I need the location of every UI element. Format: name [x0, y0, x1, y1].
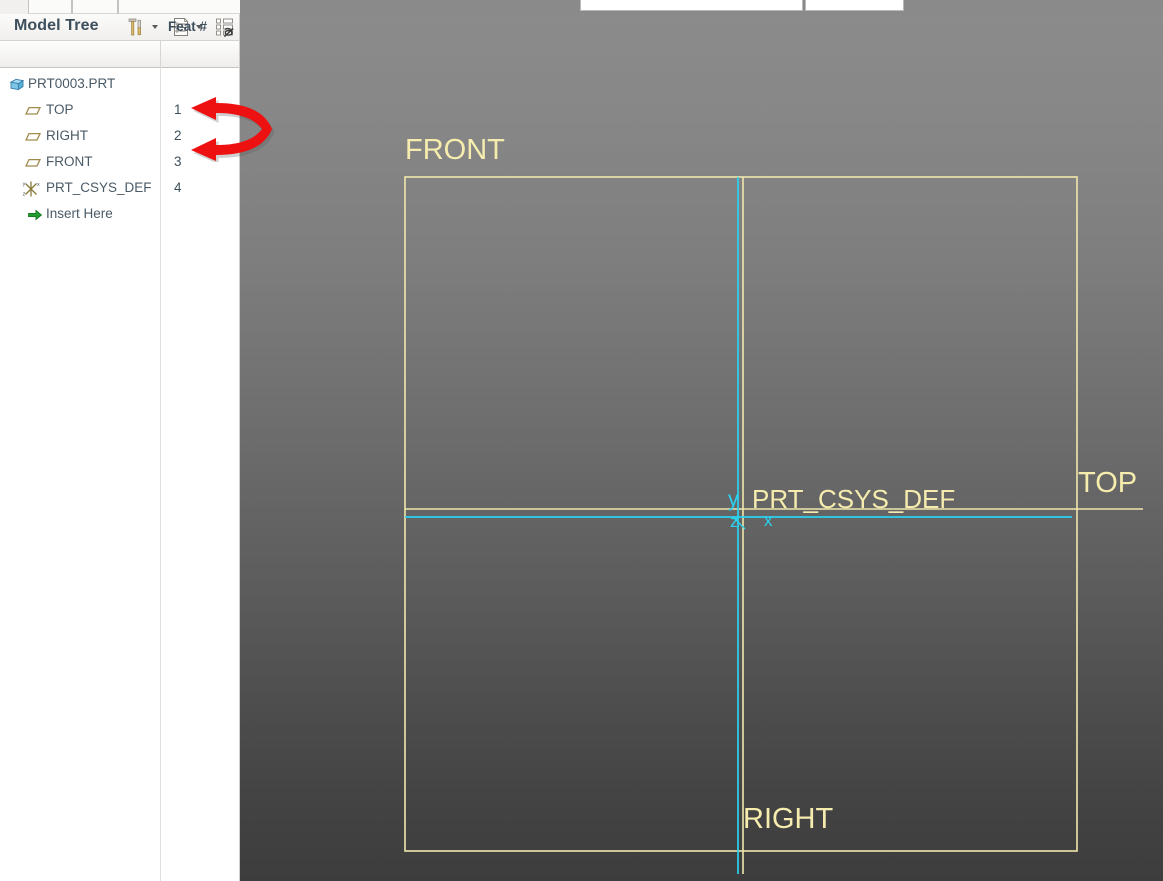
top-field-region — [240, 0, 1163, 14]
toolbar-tab-3[interactable] — [118, 0, 244, 14]
tree-row-part-feat — [0, 72, 78, 98]
column-divider-header[interactable] — [160, 41, 161, 68]
feat-value: 3 — [174, 154, 182, 169]
axis-label-y: y — [728, 488, 739, 511]
tree-filter-off-icon[interactable] — [214, 16, 236, 38]
feat-value: 1 — [174, 102, 182, 117]
toolbar-tab-1[interactable] — [28, 0, 72, 14]
tools-chevron-down-icon[interactable] — [152, 25, 158, 29]
column-divider-body — [160, 68, 161, 881]
tree-row-top-feat: 1 — [0, 98, 182, 124]
top-input-field-2[interactable] — [805, 0, 904, 11]
graphics-viewport[interactable]: FRONT TOP RIGHT PRT_CSYS_DEF y z x — [240, 14, 1163, 881]
datum-label-right: RIGHT — [743, 803, 834, 835]
model-tree-title: Model Tree — [14, 17, 99, 34]
tree-row-right-feat: 2 — [0, 124, 182, 150]
feat-value: 2 — [174, 128, 182, 143]
datum-plane-front-outline — [404, 176, 1078, 852]
tree-column-header — [0, 41, 240, 68]
axis-label-z: z — [730, 512, 739, 531]
tree-row-front-feat: 3 — [0, 150, 182, 176]
axis-label-x: x — [764, 511, 773, 530]
toolbar-tab-2[interactable] — [72, 0, 118, 14]
pro-engineer-window: Model Tree Feat # PRT0003.PRT TOP 1 RIGH… — [0, 0, 1163, 881]
top-input-field-1[interactable] — [580, 0, 803, 11]
model-tree-panel: Model Tree Feat # PRT0003.PRT TOP 1 RIGH… — [0, 14, 240, 881]
column-header-feat[interactable]: Feat # — [168, 19, 207, 34]
datum-label-top: TOP — [1078, 467, 1137, 499]
feat-value: 4 — [174, 180, 182, 195]
csys-label: PRT_CSYS_DEF — [752, 484, 955, 514]
tree-row-csys-feat: 4 — [0, 176, 182, 202]
tree-row-insert-here-feat — [0, 202, 78, 228]
datum-label-front: FRONT — [405, 134, 505, 166]
tools-icon[interactable] — [124, 16, 146, 38]
